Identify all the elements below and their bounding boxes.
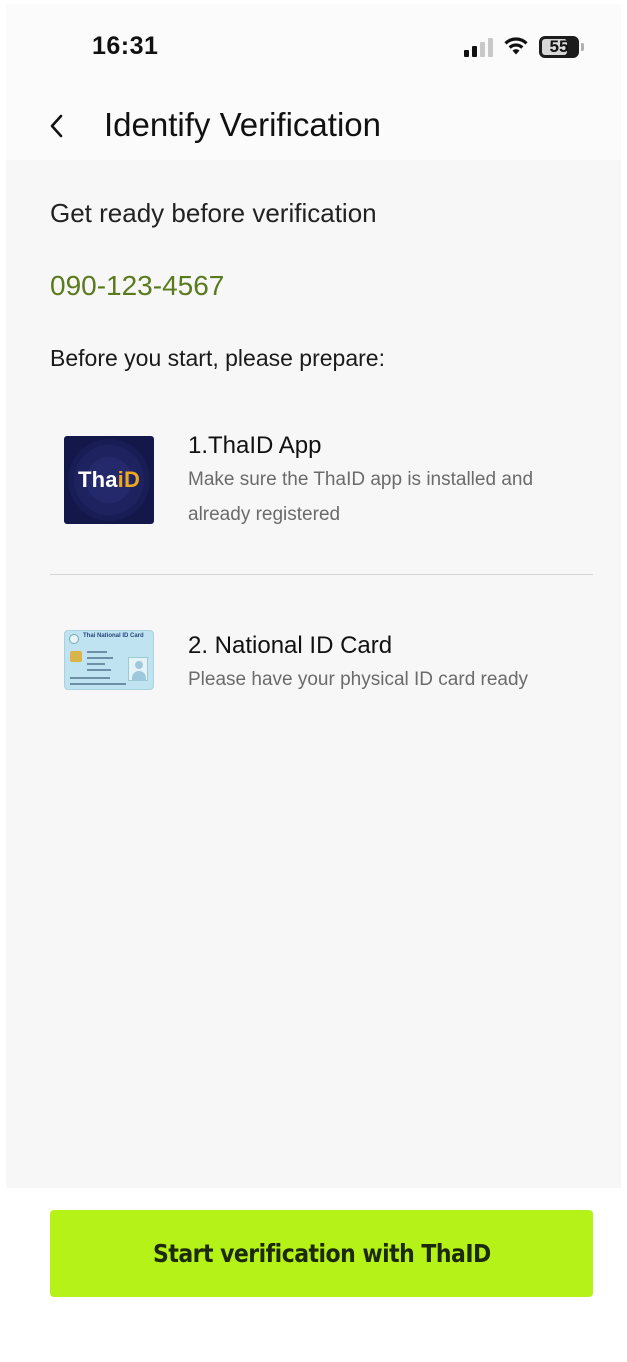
item-title: 1.ThaID App bbox=[188, 432, 322, 459]
battery-percent: 55 bbox=[549, 37, 569, 56]
app-screen: 16:31 55 Identify Verification Get ready… bbox=[6, 4, 621, 1358]
chevron-left-icon bbox=[50, 114, 63, 138]
item-description: Please have your physical ID card ready bbox=[188, 669, 529, 690]
wifi-icon bbox=[504, 37, 528, 55]
thaid-app-logo: ThaiD bbox=[64, 436, 154, 524]
status-bar: 16:31 55 bbox=[6, 4, 621, 88]
national-id-card-image: Thai National ID Card bbox=[64, 630, 154, 690]
section-heading: Get ready before verification bbox=[50, 198, 377, 228]
battery-icon: 55 bbox=[539, 36, 584, 58]
prepare-label: Before you start, please prepare: bbox=[50, 345, 385, 371]
start-verification-label: Start verification with ThaID bbox=[152, 1239, 491, 1268]
cellular-signal-icon bbox=[464, 37, 493, 57]
status-time: 16:31 bbox=[92, 32, 159, 60]
divider bbox=[50, 574, 593, 575]
start-verification-button[interactable]: Start verification with ThaID bbox=[50, 1210, 593, 1297]
phone-number: 090-123-4567 bbox=[50, 270, 225, 301]
bottom-action-bar: Start verification with ThaID bbox=[6, 1188, 621, 1358]
item-title: 2. National ID Card bbox=[188, 632, 393, 659]
top-bar: 16:31 55 Identify Verification bbox=[6, 4, 621, 160]
back-button[interactable] bbox=[42, 108, 72, 144]
page-title: Identify Verification bbox=[104, 106, 381, 143]
list-item-thaid-app: ThaiD 1.ThaID App Make sure the ThaID ap… bbox=[50, 428, 593, 578]
status-icons: 55 bbox=[464, 34, 584, 60]
list-item-national-id-card: Thai National ID Card 2. National ID Car… bbox=[50, 620, 593, 710]
item-description: Make sure the ThaID app is installed and… bbox=[188, 469, 534, 525]
